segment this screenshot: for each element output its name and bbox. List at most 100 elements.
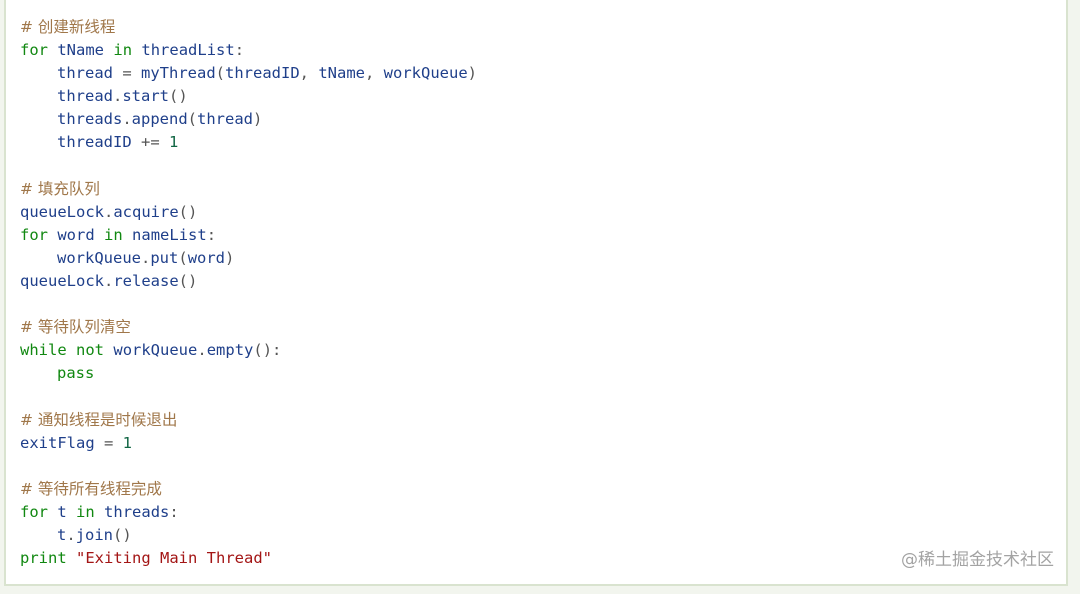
- code-token: # 等待队列清空: [20, 318, 131, 337]
- code-line: for tName in threadList:: [20, 39, 477, 62]
- code-token: (: [178, 248, 188, 267]
- code-token: .: [141, 248, 151, 267]
- code-token: for: [20, 41, 48, 60]
- code-token: :: [234, 41, 245, 60]
- code-token: .: [122, 110, 132, 129]
- code-block: # 创建新线程 for tName in threadList: thread = …: [20, 16, 477, 570]
- code-token: threadID: [225, 64, 300, 83]
- code-token: t: [57, 526, 67, 545]
- code-line: threadID += 1: [20, 131, 477, 154]
- code-line: queueLock.release(): [20, 270, 477, 293]
- code-line: print "Exiting Main Thread": [20, 547, 477, 570]
- code-token: nameList: [132, 225, 207, 244]
- code-token: in: [113, 41, 133, 60]
- code-token: queueLock: [20, 202, 104, 221]
- code-token: workQueue: [57, 248, 141, 267]
- code-line: # 填充队列: [20, 178, 477, 201]
- code-token: +=: [131, 133, 169, 152]
- code-token: (: [187, 110, 198, 129]
- code-line: for word in nameList:: [20, 224, 477, 247]
- code-token: while: [20, 341, 67, 360]
- code-token: thread: [57, 64, 113, 83]
- code-token: print: [20, 549, 67, 568]
- code-token: ,: [299, 64, 319, 83]
- code-token: # 等待所有线程完成: [20, 479, 162, 498]
- watermark: @稀土掘金技术社区: [901, 550, 1054, 570]
- code-token: =: [94, 433, 123, 452]
- code-token: queueLock: [20, 272, 104, 291]
- code-token: threadList: [141, 41, 235, 60]
- code-token: # 通知线程是时候退出: [20, 410, 178, 429]
- code-line: # 通知线程是时候退出: [20, 409, 477, 432]
- code-token: t: [57, 502, 67, 521]
- code-line: for t in threads:: [20, 501, 477, 524]
- code-line: # 等待所有线程完成: [20, 478, 477, 501]
- code-token: ): [467, 64, 478, 83]
- code-token: acquire: [113, 202, 179, 221]
- code-token: myThread: [141, 64, 216, 83]
- code-token: in: [104, 225, 123, 244]
- code-token: 1: [168, 133, 179, 152]
- code-line: threads.append(thread): [20, 108, 477, 131]
- code-line: exitFlag = 1: [20, 432, 477, 455]
- code-token: start: [122, 87, 170, 106]
- code-token: workQueue: [383, 64, 468, 83]
- code-token: (): [178, 272, 198, 291]
- code-token: ): [253, 110, 263, 129]
- code-token: .: [66, 526, 76, 545]
- code-token: tName: [318, 64, 365, 83]
- code-token: .: [104, 272, 114, 291]
- code-line: t.join(): [20, 524, 477, 547]
- code-token: threads: [57, 110, 123, 129]
- code-token: word: [187, 248, 226, 267]
- code-token: 1: [122, 433, 132, 452]
- code-line: # 创建新线程: [20, 16, 477, 39]
- code-token: threads: [104, 502, 170, 521]
- code-token: # 创建新线程: [20, 18, 116, 36]
- code-token: ): [225, 248, 235, 267]
- code-token: "Exiting Main Thread": [76, 549, 272, 568]
- code-token: (): [178, 202, 198, 221]
- code-line: # 等待队列清空: [20, 316, 477, 339]
- code-token: not: [76, 341, 105, 360]
- code-block-frame: # 创建新线程 for tName in threadList: thread = …: [4, 0, 1068, 586]
- code-line: pass: [20, 362, 477, 385]
- code-token: (): [169, 87, 188, 106]
- code-token: :: [206, 225, 217, 244]
- code-token: :: [169, 502, 179, 521]
- code-token: workQueue: [113, 341, 198, 360]
- code-token: tName: [57, 41, 105, 60]
- code-token: for: [20, 502, 48, 521]
- code-token: empty: [206, 341, 254, 360]
- code-line: while not workQueue.empty():: [20, 339, 477, 362]
- code-token: (): [113, 526, 132, 545]
- code-token: # 填充队列: [20, 179, 100, 198]
- code-line: thread = myThread(threadID, tName, workQ…: [20, 62, 477, 85]
- code-token: thread: [197, 110, 254, 129]
- code-token: pass: [57, 364, 95, 383]
- code-token: .: [197, 341, 207, 360]
- code-token: threadID: [57, 133, 132, 152]
- code-line: workQueue.put(word): [20, 247, 477, 270]
- code-token: .: [104, 202, 114, 221]
- code-token: append: [131, 110, 188, 129]
- code-token: for: [20, 225, 48, 244]
- code-token: .: [113, 87, 123, 106]
- code-line: queueLock.acquire(): [20, 201, 477, 224]
- code-token: thread: [57, 87, 113, 106]
- code-token: word: [57, 225, 95, 244]
- code-token: ():: [253, 341, 282, 360]
